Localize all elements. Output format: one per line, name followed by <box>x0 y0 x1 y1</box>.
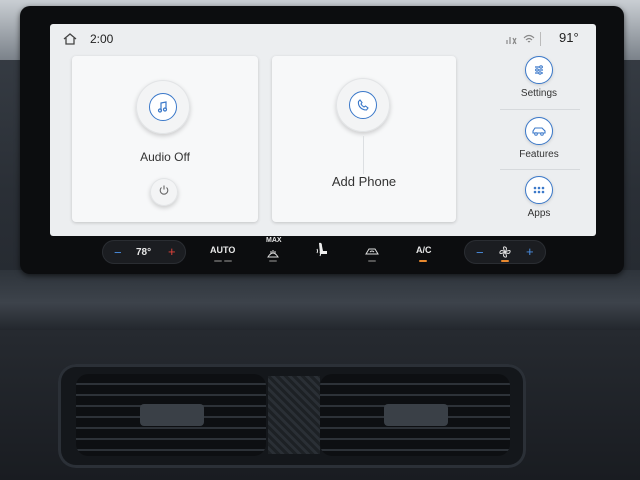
max-defrost-label: MAX <box>266 237 282 244</box>
seat-heat-icon[interactable] <box>314 241 330 264</box>
phone-tile[interactable]: Add Phone <box>272 56 456 222</box>
settings-button[interactable]: Settings <box>494 56 584 99</box>
ac-indicator <box>419 260 427 262</box>
climate-control-bar: − 78° + AUTO MAX A/C − + <box>96 237 556 268</box>
recirculation-indicator <box>368 260 376 262</box>
features-label: Features <box>519 149 559 160</box>
sliders-icon <box>525 56 553 84</box>
side-menu-divider <box>500 109 580 110</box>
vent-center-panel <box>268 376 320 454</box>
home-icon[interactable] <box>62 32 78 46</box>
phone-tile-divider <box>363 136 364 174</box>
auto-indicator <box>224 260 232 262</box>
driver-temp-control: − 78° + <box>102 240 186 264</box>
fan-speed-up-button[interactable]: + <box>526 244 534 259</box>
infotainment-screen: 2:00 91° Audio Off Add Phone Settings Fe… <box>50 24 596 236</box>
ac-button[interactable]: A/C <box>416 245 432 255</box>
status-divider <box>540 32 541 46</box>
audio-power-button[interactable] <box>150 178 178 206</box>
audio-source-button[interactable] <box>136 80 190 134</box>
features-button[interactable]: Features <box>494 117 584 160</box>
driver-temp-readout: 78° <box>136 247 152 258</box>
driver-temp-up-button[interactable]: + <box>168 244 176 259</box>
music-note-icon <box>149 93 177 121</box>
fan-indicator <box>501 260 509 262</box>
fan-speed-control: − + <box>464 240 546 264</box>
audio-status-label: Audio Off <box>140 150 190 164</box>
power-icon <box>158 183 170 201</box>
status-bar: 2:00 91° <box>50 24 596 54</box>
apps-grid-icon <box>525 176 553 204</box>
clock: 2:00 <box>90 32 114 46</box>
settings-label: Settings <box>520 88 558 99</box>
audio-tile[interactable]: Audio Off <box>72 56 258 222</box>
car-icon <box>525 117 553 145</box>
driver-temp-down-button[interactable]: − <box>114 245 122 260</box>
fan-speed-down-button[interactable]: − <box>476 245 484 260</box>
max-defrost-indicator <box>269 260 277 262</box>
phone-icon <box>349 91 377 119</box>
dashboard-shelf <box>0 270 640 330</box>
vent-left-knob[interactable] <box>140 404 204 426</box>
apps-button[interactable]: Apps <box>494 176 584 219</box>
auto-climate-button[interactable]: AUTO <box>210 245 235 255</box>
side-menu-divider <box>500 169 580 170</box>
add-phone-button[interactable] <box>336 78 390 132</box>
auto-indicator <box>214 260 222 262</box>
outside-temperature: 91° <box>559 30 579 45</box>
apps-label: Apps <box>527 208 551 219</box>
add-phone-label: Add Phone <box>331 174 397 189</box>
vent-right-knob[interactable] <box>384 404 448 426</box>
